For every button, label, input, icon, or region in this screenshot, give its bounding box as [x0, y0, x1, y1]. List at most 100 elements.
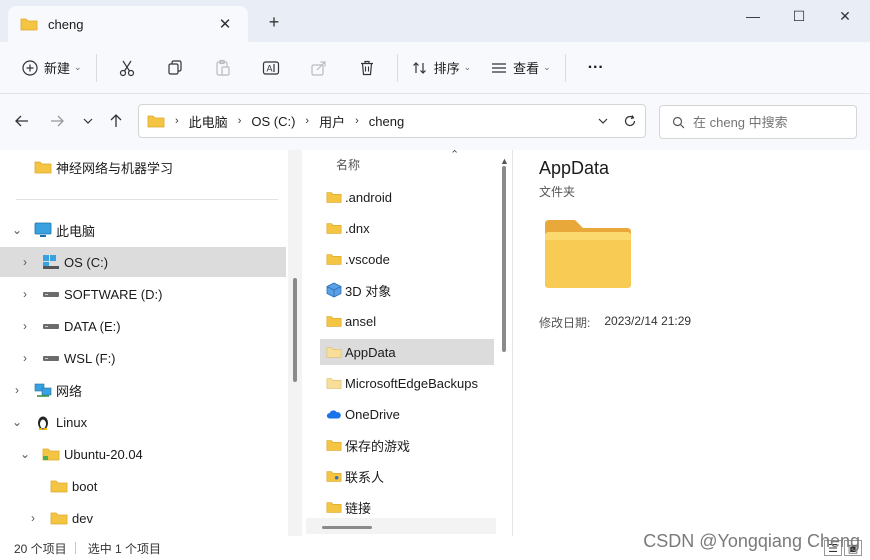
nav-item-network[interactable]: › 网络 — [0, 375, 286, 405]
arrow-left-icon — [15, 115, 28, 127]
recent-locations-button[interactable] — [75, 108, 101, 134]
drive-icon — [43, 292, 59, 297]
breadcrumb-chevron-icon: › — [237, 115, 242, 127]
search-icon — [672, 116, 685, 128]
file-row-links[interactable]: 链接 — [320, 494, 494, 520]
new-button[interactable]: 新建 ⌄ — [14, 51, 90, 85]
chevron-right-icon[interactable]: › — [18, 319, 32, 333]
chevron-down-icon[interactable]: ⌄ — [10, 223, 24, 237]
chevron-right-icon[interactable]: › — [18, 351, 32, 365]
nav-item-label: WSL (F:) — [64, 350, 116, 366]
chevron-right-icon[interactable]: › — [10, 383, 24, 397]
up-button[interactable] — [103, 108, 129, 134]
breadcrumb-cheng[interactable]: cheng — [369, 114, 404, 129]
rename-icon: A — [262, 60, 279, 75]
navigation-pane: 神经网络与机器学习 ⌄ 此电脑 › OS (C:) › SOFTWARE (D:… — [0, 150, 288, 536]
scroll-up-icon[interactable]: ▲ — [500, 156, 509, 166]
details-pane: AppData 文件夹 修改日期: 2023/2/14 21:29 — [512, 150, 870, 536]
new-tab-button[interactable]: + — [262, 12, 286, 33]
nav-item-os-c[interactable]: › OS (C:) — [0, 247, 286, 277]
folder-icon — [326, 254, 342, 265]
search-box[interactable] — [659, 105, 857, 139]
file-name: 链接 — [345, 500, 372, 516]
rename-button[interactable]: A — [247, 51, 295, 85]
folder-icon — [50, 512, 68, 525]
address-row: › 此电脑 › OS (C:) › 用户 › cheng — [0, 94, 870, 150]
file-row-ansel[interactable]: ansel — [320, 308, 494, 334]
minimize-button[interactable]: — — [730, 0, 776, 32]
modified-label: 修改日期: — [539, 316, 591, 330]
nav-item-this-pc[interactable]: ⌄ 此电脑 — [0, 215, 286, 245]
nav-item-label: 网络 — [56, 383, 83, 399]
folder-icon — [42, 448, 60, 461]
file-row-appdata[interactable]: AppData — [320, 339, 494, 365]
nav-scrollbar-thumb[interactable] — [293, 278, 297, 382]
tab-close-icon[interactable]: ✕ — [214, 15, 236, 33]
more-options-button[interactable]: ··· — [572, 51, 620, 85]
minimize-icon: — — [746, 8, 760, 24]
file-row-onedrive[interactable]: OneDrive — [320, 401, 494, 427]
drive-icon — [43, 324, 59, 329]
tab-cheng[interactable]: cheng ✕ — [8, 6, 248, 42]
file-row-vscode[interactable]: .vscode — [320, 246, 494, 272]
file-row-android[interactable]: .android — [320, 184, 494, 210]
file-row-saved-games[interactable]: 保存的游戏 — [320, 432, 494, 458]
title-bar: cheng ✕ + ☐ — ✕ — [0, 0, 870, 42]
arrow-right-icon — [51, 115, 64, 127]
details-type: 文件夹 — [539, 185, 576, 199]
column-header-name[interactable]: 名称 — [336, 156, 360, 173]
file-row-3d-objects[interactable]: 3D 对象 — [320, 277, 494, 303]
file-row-contacts[interactable]: 联系人 — [320, 463, 494, 489]
nav-item-data-e[interactable]: › DATA (E:) — [0, 311, 286, 341]
sort-button[interactable]: 排序 ⌄ — [404, 51, 480, 85]
maximize-button[interactable]: ☐ — [776, 0, 822, 32]
details-title: AppData — [539, 158, 610, 178]
cut-button[interactable] — [103, 51, 151, 85]
nav-item-wsl-f[interactable]: › WSL (F:) — [0, 343, 286, 373]
breadcrumb-os-c[interactable]: OS (C:) — [251, 114, 295, 129]
file-list-scrollbar[interactable]: ▲ — [496, 150, 512, 536]
file-row-edge-backups[interactable]: MicrosoftEdgeBackups — [320, 370, 494, 396]
refresh-icon[interactable] — [623, 114, 637, 128]
nav-item-linux[interactable]: ⌄ Linux — [0, 407, 286, 437]
nav-item-label: boot — [72, 478, 98, 494]
close-window-button[interactable]: ✕ — [822, 0, 868, 32]
toolbar-divider — [564, 53, 566, 82]
address-bar[interactable]: › 此电脑 › OS (C:) › 用户 › cheng — [138, 104, 646, 138]
file-row-dnx[interactable]: .dnx — [320, 215, 494, 241]
folder-icon — [326, 347, 342, 358]
nav-item-quick-access-folder[interactable]: 神经网络与机器学习 — [0, 152, 286, 182]
paste-button[interactable] — [199, 51, 247, 85]
breadcrumb-users[interactable]: 用户 — [319, 112, 345, 131]
chevron-right-icon[interactable]: › — [26, 511, 40, 525]
nav-item-dev[interactable]: › dev — [0, 503, 286, 533]
chevron-down-icon[interactable]: ⌄ — [10, 415, 24, 429]
breadcrumb-this-pc[interactable]: 此电脑 — [189, 112, 228, 131]
view-button[interactable]: 查看 ⌄ — [483, 51, 559, 85]
nav-scrollbar[interactable] — [288, 150, 302, 536]
breadcrumb-chevron-icon: › — [175, 115, 179, 127]
onedrive-icon — [326, 410, 341, 419]
file-list-scrollbar-thumb[interactable] — [502, 166, 506, 352]
file-list-hscrollbar[interactable] — [306, 518, 496, 534]
copy-button[interactable] — [151, 51, 199, 85]
forward-button[interactable] — [44, 108, 70, 134]
file-name: .vscode — [345, 251, 390, 267]
chevron-right-icon[interactable]: › — [18, 287, 32, 301]
delete-button[interactable] — [343, 51, 391, 85]
chevron-down-icon[interactable]: ⌄ — [18, 447, 32, 461]
nav-item-ubuntu[interactable]: ⌄ Ubuntu-20.04 — [0, 439, 286, 469]
nav-item-boot[interactable]: boot — [0, 471, 286, 501]
chevron-down-icon: ⌄ — [463, 62, 472, 72]
search-input[interactable] — [693, 114, 843, 130]
folder-icon — [34, 161, 52, 174]
view-button-label: 查看 — [513, 61, 540, 76]
os-drive-icon — [43, 255, 59, 269]
chevron-right-icon[interactable]: › — [18, 255, 32, 269]
nav-item-label: SOFTWARE (D:) — [64, 286, 163, 302]
back-button[interactable] — [9, 108, 35, 134]
file-list-hscrollbar-thumb[interactable] — [322, 526, 372, 529]
nav-item-software-d[interactable]: › SOFTWARE (D:) — [0, 279, 286, 309]
share-button[interactable] — [295, 51, 343, 85]
chevron-down-icon[interactable] — [597, 115, 609, 127]
